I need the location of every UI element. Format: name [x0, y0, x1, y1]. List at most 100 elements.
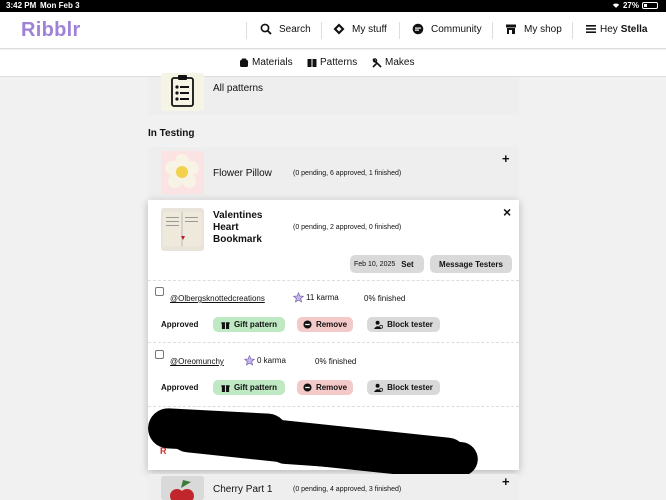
all-patterns-label: All patterns	[213, 83, 264, 94]
status-bar: 3:42 PM Mon Feb 3 27%	[0, 0, 666, 12]
needles-icon	[372, 57, 382, 68]
expanded-pattern-panel: Valentines Heart Bookmark (0 pending, 2 …	[147, 200, 519, 482]
battery-icon	[642, 2, 658, 9]
subnav-materials-label: Materials	[252, 57, 293, 68]
subnav-makes-label: Makes	[385, 57, 415, 68]
remove-button[interactable]: Remove	[297, 317, 353, 332]
star-icon	[293, 292, 304, 303]
divider	[148, 280, 519, 281]
checklist-icon	[161, 73, 204, 111]
expand-plus-icon[interactable]: +	[502, 151, 510, 166]
remove-label: Remove	[315, 383, 348, 392]
pattern-name: Valentines Heart Bookmark	[213, 210, 263, 245]
gift-pattern-button[interactable]: Gift pattern	[213, 380, 285, 395]
minus-circle-icon	[303, 320, 312, 329]
nav-separator	[321, 22, 322, 39]
bookmark-thumbnail	[161, 208, 204, 251]
tester-handle[interactable]: @Olbergsknottedcreations	[170, 294, 265, 303]
block-user-icon	[374, 320, 384, 329]
hamburger-menu-icon	[586, 25, 596, 33]
subnav-patterns-label: Patterns	[320, 57, 358, 68]
pattern-name: Cherry Part 1	[213, 484, 273, 495]
nav-greeting: Hey	[600, 23, 618, 35]
nav-my-stuff[interactable]: My stuff	[333, 23, 387, 35]
nav-community-label: Community	[431, 23, 482, 35]
in-testing-heading: In Testing	[148, 128, 195, 139]
block-user-icon	[374, 383, 384, 392]
nav-user-menu[interactable]: Hey Stella	[585, 23, 647, 35]
tester-status: Approved	[161, 383, 199, 392]
pattern-card-cherry[interactable]: Cherry Part 1 (0 pending, 4 approved, 3 …	[148, 474, 519, 500]
chat-bubble-icon	[412, 23, 424, 35]
nav-separator	[246, 22, 247, 39]
gift-pattern-label: Gift pattern	[233, 383, 278, 392]
nav-my-stuff-label: My stuff	[352, 23, 387, 35]
nav-community[interactable]: Community	[412, 23, 482, 35]
divider	[148, 406, 519, 407]
book-icon	[307, 58, 317, 67]
battery-percent: 27%	[622, 1, 639, 10]
expand-plus-icon[interactable]: +	[502, 474, 510, 489]
nav-search-label: Search	[279, 23, 311, 35]
nav-my-shop-label: My shop	[524, 23, 562, 35]
redaction-scribble	[267, 428, 479, 478]
message-testers-button[interactable]: Message Testers	[430, 255, 512, 273]
nav-search[interactable]: Search	[260, 23, 311, 35]
nav-username: Stella	[620, 23, 648, 35]
tester-checkbox[interactable]	[155, 350, 164, 359]
deadline-date: Feb 10, 2025	[354, 260, 396, 268]
minus-circle-icon	[303, 383, 312, 392]
pattern-stats: (0 pending, 6 approved, 1 finished)	[293, 170, 402, 177]
pattern-name: Flower Pillow	[213, 168, 272, 179]
tester-karma: 0 karma	[244, 355, 286, 366]
diamond-icon	[333, 23, 345, 35]
shop-icon	[506, 24, 516, 34]
tester-status: Approved	[161, 320, 199, 329]
nav-separator	[572, 22, 573, 39]
gift-icon	[221, 385, 230, 392]
tester-checkbox[interactable]	[155, 287, 164, 296]
block-tester-label: Block tester	[387, 383, 433, 392]
battery-fill	[644, 4, 647, 7]
remove-label: Remove	[315, 320, 348, 329]
remove-button[interactable]: Remove	[297, 380, 353, 395]
subnav-makes[interactable]: Makes	[372, 57, 414, 68]
cherry-thumbnail	[161, 476, 204, 500]
status-date: Mon Feb 3	[40, 1, 80, 10]
status-time: 3:42 PM	[6, 1, 37, 10]
nav-my-shop[interactable]: My shop	[505, 23, 562, 35]
deadline-date-field[interactable]: Feb 10, 2025 Set	[350, 255, 424, 273]
subnav-patterns[interactable]: Patterns	[307, 57, 357, 68]
tester-progress: 0% finished	[315, 357, 357, 366]
flower-pillow-thumbnail	[161, 151, 204, 194]
nav-separator	[399, 22, 400, 39]
gift-icon	[221, 322, 230, 329]
divider	[148, 342, 519, 343]
pattern-stats: (0 pending, 2 approved, 0 finished)	[293, 224, 402, 231]
ribblr-logo[interactable]: Ribblr	[21, 19, 81, 42]
block-tester-button[interactable]: Block tester	[367, 380, 440, 395]
close-icon[interactable]: ×	[503, 204, 511, 220]
yarn-icon	[240, 58, 248, 67]
all-patterns-card[interactable]: All patterns	[148, 73, 519, 115]
subnav-materials[interactable]: Materials	[239, 57, 293, 68]
status-right: 27%	[612, 1, 658, 10]
tester-karma: 11 karma	[293, 292, 339, 303]
nav-separator	[492, 22, 493, 39]
tester-handle[interactable]: @Oreomunchy	[170, 357, 224, 366]
search-icon	[260, 23, 272, 35]
tester-progress: 0% finished	[364, 294, 406, 303]
pattern-card-flower-pillow[interactable]: Flower Pillow (0 pending, 6 approved, 1 …	[148, 147, 519, 199]
gift-pattern-button[interactable]: Gift pattern	[213, 317, 285, 332]
gift-pattern-label: Gift pattern	[233, 320, 278, 329]
block-tester-label: Block tester	[387, 320, 433, 329]
top-nav: Ribblr Search My stuff Community My shop…	[0, 12, 666, 49]
sub-nav: Materials Patterns Makes	[0, 50, 666, 77]
tester-karma-label: 11 karma	[306, 293, 339, 302]
block-tester-button[interactable]: Block tester	[367, 317, 440, 332]
tester-karma-label: 0 karma	[257, 356, 286, 365]
set-date-button[interactable]: Set	[401, 260, 413, 269]
star-icon	[244, 355, 255, 366]
wifi-icon	[612, 3, 620, 8]
pattern-stats: (0 pending, 4 approved, 3 finished)	[293, 486, 402, 493]
